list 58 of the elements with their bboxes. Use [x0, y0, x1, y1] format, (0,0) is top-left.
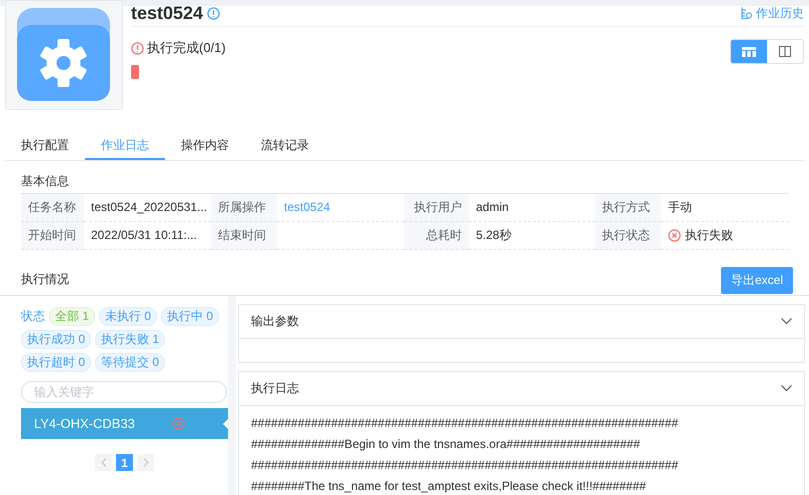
- chevron-right-icon: [142, 458, 148, 467]
- info-value: 手动: [668, 200, 692, 214]
- page-button[interactable]: 1: [116, 454, 133, 471]
- view-toggle-button[interactable]: [731, 40, 767, 63]
- search-field[interactable]: 输入关键字: [21, 381, 227, 403]
- previous-page-button[interactable]: [95, 454, 112, 471]
- execution-status: 执行完成(0/1): [147, 39, 226, 57]
- info-value: 2022/05/31 10:11:...: [91, 228, 197, 242]
- grid-icon: [742, 46, 756, 56]
- failed-icon: [172, 417, 186, 430]
- filter-chip[interactable]: 全部 1: [49, 307, 96, 326]
- info-label: 结束时间: [218, 228, 266, 242]
- info-value: test0524_20220531...: [91, 200, 208, 214]
- info-label: 总耗时: [426, 228, 462, 242]
- section-title: 执行情况: [21, 270, 69, 288]
- tab[interactable]: 执行配置: [5, 130, 85, 160]
- info-label: 所属操作: [218, 200, 266, 214]
- info-label: 执行用户: [414, 200, 462, 214]
- panel-title: 执行日志: [251, 380, 299, 397]
- filter-chip[interactable]: 执行超时 0: [21, 353, 92, 372]
- info-value: 执行失败: [685, 227, 733, 244]
- filter-chip[interactable]: 执行中 0: [161, 307, 220, 326]
- next-page-button[interactable]: [137, 454, 154, 471]
- info-label: 执行方式: [602, 200, 650, 214]
- info-value: admin: [476, 200, 509, 214]
- filter-label: 状态: [21, 308, 45, 325]
- tab[interactable]: 操作内容: [165, 130, 245, 160]
- task-item[interactable]: LY4-OHX-CDB33: [21, 408, 228, 439]
- pointer-icon: [223, 418, 228, 428]
- tab[interactable]: 作业日志: [85, 130, 165, 160]
- warning-icon: [131, 42, 144, 54]
- section-title: 基本信息: [21, 173, 70, 190]
- log-line: ##############Begin to vim the tnsnames.ora####################: [251, 436, 641, 453]
- filter-chip[interactable]: 执行失败 1: [95, 330, 166, 349]
- tab[interactable]: 流转记录: [245, 130, 325, 160]
- job-title: test0524: [131, 2, 204, 24]
- info-value: 5.28秒: [476, 228, 512, 242]
- status-marker: [131, 65, 139, 79]
- gear-folder-icon: [16, 8, 112, 102]
- history-icon: [741, 7, 752, 19]
- chevron-icon: [781, 318, 792, 325]
- panel-title: 输出参数: [251, 313, 299, 330]
- filter-chip[interactable]: 未执行 0: [99, 307, 158, 326]
- info-label: 执行状态: [602, 228, 650, 242]
- columns-icon: [779, 46, 791, 57]
- export-button[interactable]: 导出excel: [720, 267, 793, 294]
- filter-chip[interactable]: 执行成功 0: [21, 330, 92, 349]
- chevron-left-icon: [100, 458, 106, 467]
- log-line: ################################################################: [251, 415, 680, 432]
- history-link[interactable]: 作业历史: [741, 4, 804, 22]
- failed-icon: [668, 229, 681, 242]
- log-line: ################################################################: [251, 457, 680, 474]
- log-line: ########The tns_name for test_amptest exits,Please check it!!!########: [251, 478, 647, 495]
- chevron-icon: [781, 385, 792, 392]
- info-label: 任务名称: [28, 200, 76, 214]
- filter-chip[interactable]: 等待提交 0: [95, 353, 166, 372]
- info-icon: [207, 6, 220, 20]
- info-label: 开始时间: [28, 228, 76, 242]
